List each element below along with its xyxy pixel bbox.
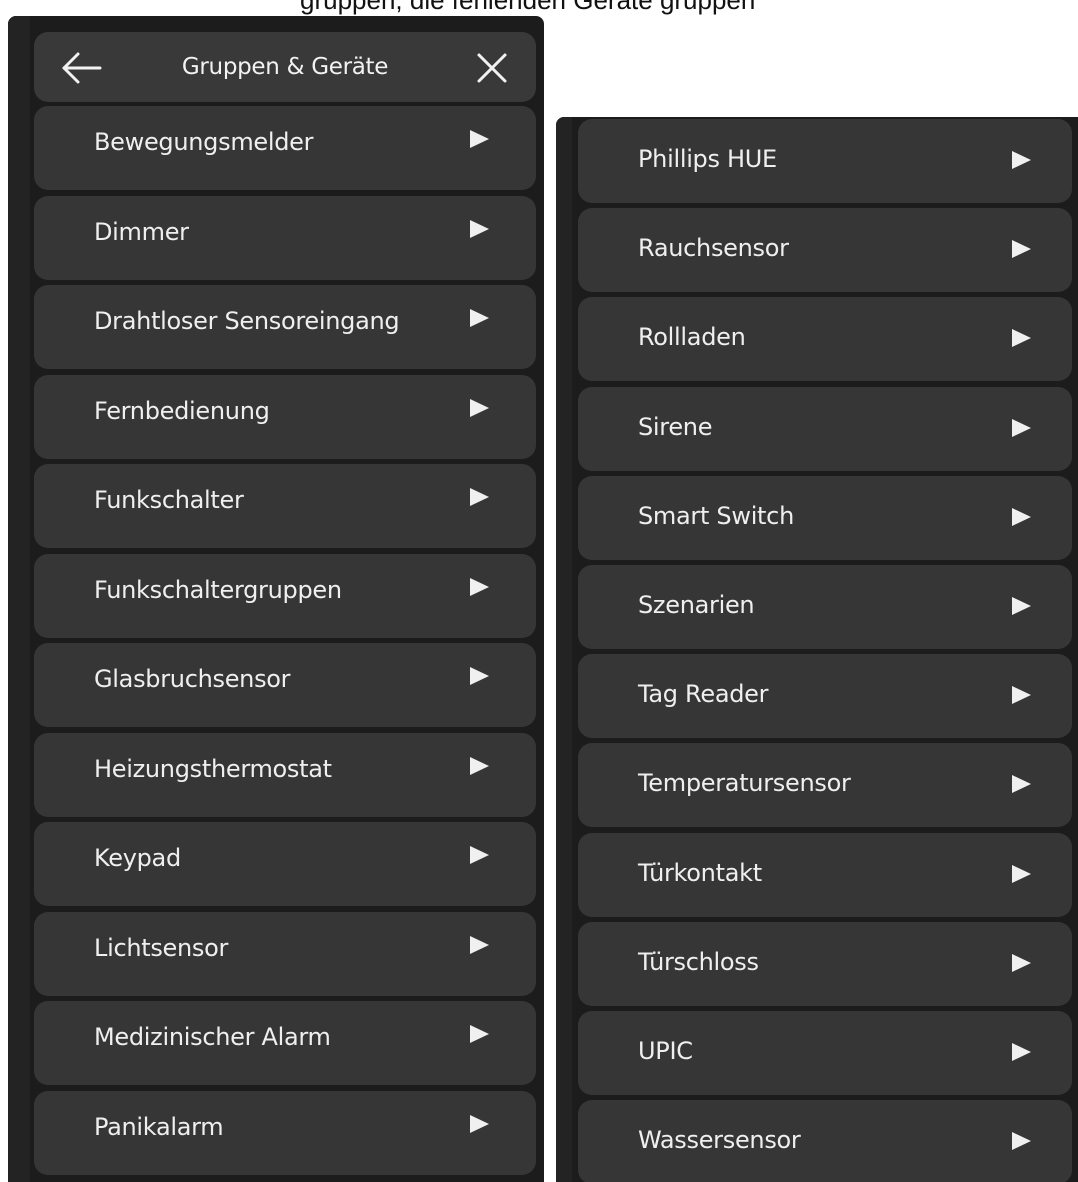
list-item-label: Rauchsensor <box>638 234 789 263</box>
list-item-label: Medizinischer Alarm <box>94 1023 331 1051</box>
list-item-label: Bewegungsmelder <box>94 128 314 156</box>
play-arrow-icon <box>1012 597 1031 615</box>
list-item-label: Panikalarm <box>94 1112 224 1141</box>
list-item-label: Sirene <box>638 412 713 441</box>
list-item-drahtloser-sensoreingang[interactable]: Drahtloser Sensoreingang <box>34 285 536 369</box>
list-item-tag-reader[interactable]: Tag Reader <box>578 654 1072 739</box>
list-item-bewegungsmelder[interactable]: Bewegungsmelder <box>34 106 536 190</box>
play-arrow-icon <box>1012 953 1031 972</box>
play-arrow-icon <box>470 398 489 417</box>
list-item-temperatursensor[interactable]: Temperatursensor <box>578 743 1072 828</box>
list-item-label: Temperatursensor <box>638 769 851 798</box>
list-item-glasbruchsensor[interactable]: Glasbruchsensor <box>34 643 536 727</box>
cropped-caption-text: gruppen, die fehlenden Geräte gruppen <box>300 0 756 15</box>
play-arrow-icon <box>470 846 489 864</box>
play-arrow-icon <box>1012 686 1031 705</box>
list-item-funkschalter[interactable]: Funkschalter <box>34 464 536 548</box>
list-item-sirene[interactable]: Sirene <box>578 386 1072 471</box>
play-arrow-icon <box>470 1025 489 1043</box>
list-item-label: Tag Reader <box>638 680 769 709</box>
list-item-label: Fernbedienung <box>94 396 270 425</box>
list-item-wassersensor[interactable]: Wassersensor <box>578 1100 1072 1182</box>
list-item-label: Glasbruchsensor <box>94 665 291 693</box>
list-item-label: Türschloss <box>638 947 759 976</box>
list-item-label: Funkschalter <box>94 486 244 514</box>
list-item-phillips-hue[interactable]: Phillips HUE <box>578 119 1072 203</box>
play-arrow-icon <box>1012 240 1031 259</box>
list-item-tuerkontakt[interactable]: Türkontakt <box>578 832 1072 917</box>
play-arrow-icon <box>470 756 489 775</box>
list-item-szenarien[interactable]: Szenarien <box>578 565 1072 649</box>
play-arrow-icon <box>470 309 489 327</box>
arrow-left-icon[interactable] <box>60 48 104 88</box>
play-arrow-icon <box>1012 507 1031 526</box>
list-item-label: Phillips HUE <box>638 145 777 173</box>
list-item-label: Drahtloser Sensoreingang <box>94 307 400 335</box>
play-arrow-icon <box>470 488 489 506</box>
list-item-tuerschloss[interactable]: Türschloss <box>578 921 1072 1006</box>
list-item-smart-switch[interactable]: Smart Switch <box>578 475 1072 560</box>
list-item-label: Heizungsthermostat <box>94 754 332 783</box>
play-arrow-icon <box>470 667 489 685</box>
list-item-label: Lichtsensor <box>94 933 229 962</box>
list-item-dimmer[interactable]: Dimmer <box>34 195 536 280</box>
list-item-upic[interactable]: UPIC <box>578 1011 1072 1095</box>
close-icon[interactable] <box>474 50 510 86</box>
play-arrow-icon <box>470 219 489 238</box>
list-item-fernbedienung[interactable]: Fernbedienung <box>34 374 536 459</box>
list-item-label: Türkontakt <box>638 858 762 887</box>
play-arrow-icon <box>470 935 489 954</box>
list-item-funkschaltergruppen[interactable]: Funkschaltergruppen <box>34 553 536 638</box>
play-arrow-icon <box>1012 1043 1031 1061</box>
list-item-label: Keypad <box>94 844 181 872</box>
list-item-label: Dimmer <box>94 217 189 246</box>
play-arrow-icon <box>1012 151 1031 169</box>
list-item-lichtsensor[interactable]: Lichtsensor <box>34 911 536 996</box>
list-item-keypad[interactable]: Keypad <box>34 822 536 906</box>
list-item-label: Rollladen <box>638 323 746 352</box>
panel-edge-strip <box>556 117 572 1182</box>
list-item-medizinischer-alarm[interactable]: Medizinischer Alarm <box>34 1001 536 1085</box>
play-arrow-icon <box>1012 1132 1031 1151</box>
play-arrow-icon <box>1012 418 1031 437</box>
devices-panel-right: Phillips HUE Rauchsensor Rollladen Sirene Sm… <box>556 117 1078 1182</box>
devices-panel-left: Gruppen & Geräte Bewegungsmelder Dimmer Dr… <box>8 16 544 1182</box>
list-item-label: Szenarien <box>638 591 755 619</box>
page-title: Gruppen & Geräte <box>181 54 389 80</box>
play-arrow-icon <box>470 1114 489 1133</box>
list-item-label: UPIC <box>638 1037 693 1065</box>
panel-edge-strip <box>8 16 30 1182</box>
list-item-label: Funkschaltergruppen <box>94 575 342 604</box>
screenshot-page: gruppen, die fehlenden Geräte gruppen Gr… <box>0 0 1078 1182</box>
play-arrow-icon <box>1012 329 1031 348</box>
list-item-heizungsthermostat[interactable]: Heizungsthermostat <box>34 732 536 817</box>
panel-header: Gruppen & Geräte <box>34 32 536 102</box>
play-arrow-icon <box>1012 775 1031 794</box>
list-item-panikalarm[interactable]: Panikalarm <box>34 1090 536 1175</box>
list-item-rauchsensor[interactable]: Rauchsensor <box>578 208 1072 293</box>
play-arrow-icon <box>470 130 489 148</box>
play-arrow-icon <box>470 577 489 596</box>
play-arrow-icon <box>1012 864 1031 883</box>
list-item-label: Smart Switch <box>638 501 794 530</box>
list-item-label: Wassersensor <box>638 1126 801 1155</box>
list-item-rollladen[interactable]: Rollladen <box>578 297 1072 382</box>
